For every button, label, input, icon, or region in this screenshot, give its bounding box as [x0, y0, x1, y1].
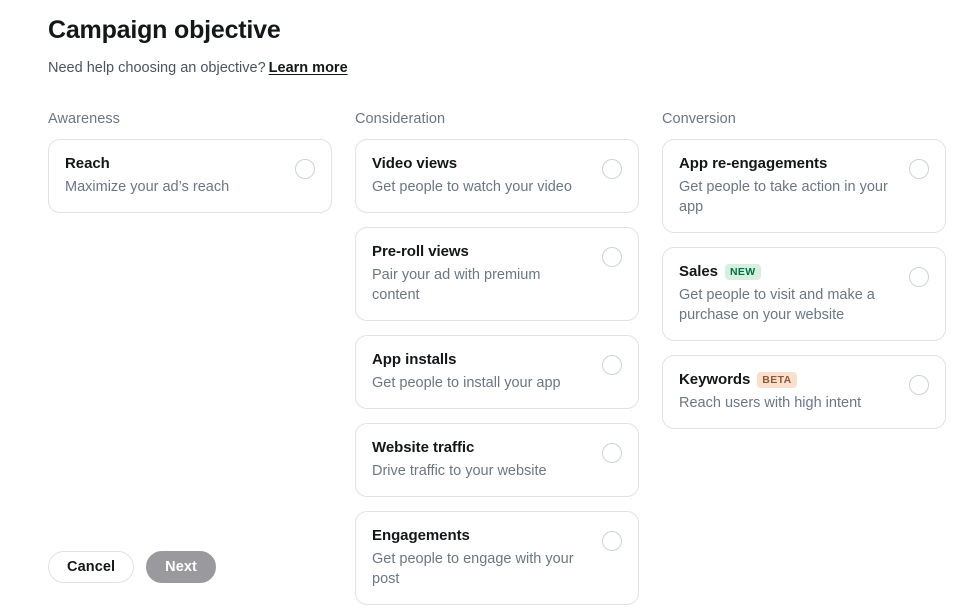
card-title: Sales — [679, 263, 718, 280]
card-title: Keywords — [679, 371, 751, 388]
card-texts: Sales NEW Get people to visit and make a… — [679, 262, 929, 325]
card-texts: Keywords BETA Reach users with high inte… — [679, 370, 929, 413]
next-button[interactable]: Next — [146, 551, 216, 583]
objective-columns: Awareness Reach Maximize your ad’s reach… — [48, 110, 974, 605]
column-consideration: Consideration Video views Get people to … — [355, 110, 639, 605]
campaign-objective-page: Campaign objective Need help choosing an… — [0, 0, 974, 616]
card-title-row: App installs — [372, 350, 584, 370]
card-title-row: Engagements — [372, 526, 584, 546]
radio-icon[interactable] — [602, 247, 622, 267]
card-title-row: Sales NEW — [679, 262, 891, 282]
column-header-consideration: Consideration — [355, 111, 446, 127]
radio-icon[interactable] — [602, 159, 622, 179]
card-description: Drive traffic to your website — [372, 463, 547, 479]
card-description: Maximize your ad’s reach — [65, 179, 230, 195]
objective-card-engagements[interactable]: Engagements Get people to engage with yo… — [355, 511, 639, 605]
card-description: Pair your ad with premium content — [372, 267, 541, 303]
objective-card-reach[interactable]: Reach Maximize your ad’s reach — [48, 139, 332, 213]
card-description: Get people to watch your video — [372, 179, 572, 195]
card-title: App installs — [372, 351, 457, 368]
objective-card-app-installs[interactable]: App installs Get people to install your … — [355, 335, 639, 409]
card-title: Engagements — [372, 527, 470, 544]
card-title: App re-engagements — [679, 155, 828, 172]
card-texts: Pre-roll views Pair your ad with premium… — [372, 242, 622, 305]
card-texts: Engagements Get people to engage with yo… — [372, 526, 622, 589]
radio-icon[interactable] — [909, 159, 929, 179]
help-text: Need help choosing an objective? — [48, 60, 266, 76]
objective-card-app-re-engagements[interactable]: App re-engagements Get people to take ac… — [662, 139, 946, 233]
radio-icon[interactable] — [602, 355, 622, 375]
card-description: Get people to engage with your post — [372, 551, 574, 587]
card-texts: App installs Get people to install your … — [372, 350, 622, 393]
help-row: Need help choosing an objective? Learn mo… — [48, 58, 974, 78]
card-title: Video views — [372, 155, 458, 172]
radio-icon[interactable] — [295, 159, 315, 179]
cancel-button[interactable]: Cancel — [48, 551, 135, 583]
card-title-row: Website traffic — [372, 438, 584, 458]
objective-card-pre-roll-views[interactable]: Pre-roll views Pair your ad with premium… — [355, 227, 639, 321]
card-description: Get people to visit and make a purchase … — [679, 287, 875, 323]
objective-card-sales[interactable]: Sales NEW Get people to visit and make a… — [662, 247, 946, 341]
objective-card-website-traffic[interactable]: Website traffic Drive traffic to your we… — [355, 423, 639, 497]
objective-card-video-views[interactable]: Video views Get people to watch your vid… — [355, 139, 639, 213]
card-texts: Reach Maximize your ad’s reach — [65, 154, 315, 197]
card-texts: App re-engagements Get people to take ac… — [679, 154, 929, 217]
new-badge: NEW — [724, 264, 761, 280]
footer-actions: Cancel Next — [48, 551, 216, 583]
card-title-row: Reach — [65, 154, 277, 174]
radio-icon[interactable] — [602, 531, 622, 551]
radio-icon[interactable] — [909, 267, 929, 287]
card-title: Pre-roll views — [372, 243, 469, 260]
learn-more-link[interactable]: Learn more — [269, 60, 348, 76]
column-header-awareness: Awareness — [48, 111, 120, 127]
page-title: Campaign objective — [48, 16, 281, 44]
column-conversion: Conversion App re-engagements Get people… — [662, 110, 946, 429]
card-title-row: Keywords BETA — [679, 370, 891, 390]
radio-icon[interactable] — [602, 443, 622, 463]
beta-badge: BETA — [757, 372, 797, 388]
objective-card-keywords[interactable]: Keywords BETA Reach users with high inte… — [662, 355, 946, 429]
card-title: Reach — [65, 155, 110, 172]
card-description: Reach users with high intent — [679, 395, 862, 411]
card-description: Get people to install your app — [372, 375, 561, 391]
card-title: Website traffic — [372, 439, 475, 456]
card-description: Get people to take action in your app — [679, 179, 888, 215]
card-title-row: App re-engagements — [679, 154, 891, 174]
column-awareness: Awareness Reach Maximize your ad’s reach — [48, 110, 332, 213]
card-title-row: Pre-roll views — [372, 242, 584, 262]
card-title-row: Video views — [372, 154, 584, 174]
radio-icon[interactable] — [909, 375, 929, 395]
card-texts: Video views Get people to watch your vid… — [372, 154, 622, 197]
column-header-conversion: Conversion — [662, 111, 736, 127]
card-texts: Website traffic Drive traffic to your we… — [372, 438, 622, 481]
